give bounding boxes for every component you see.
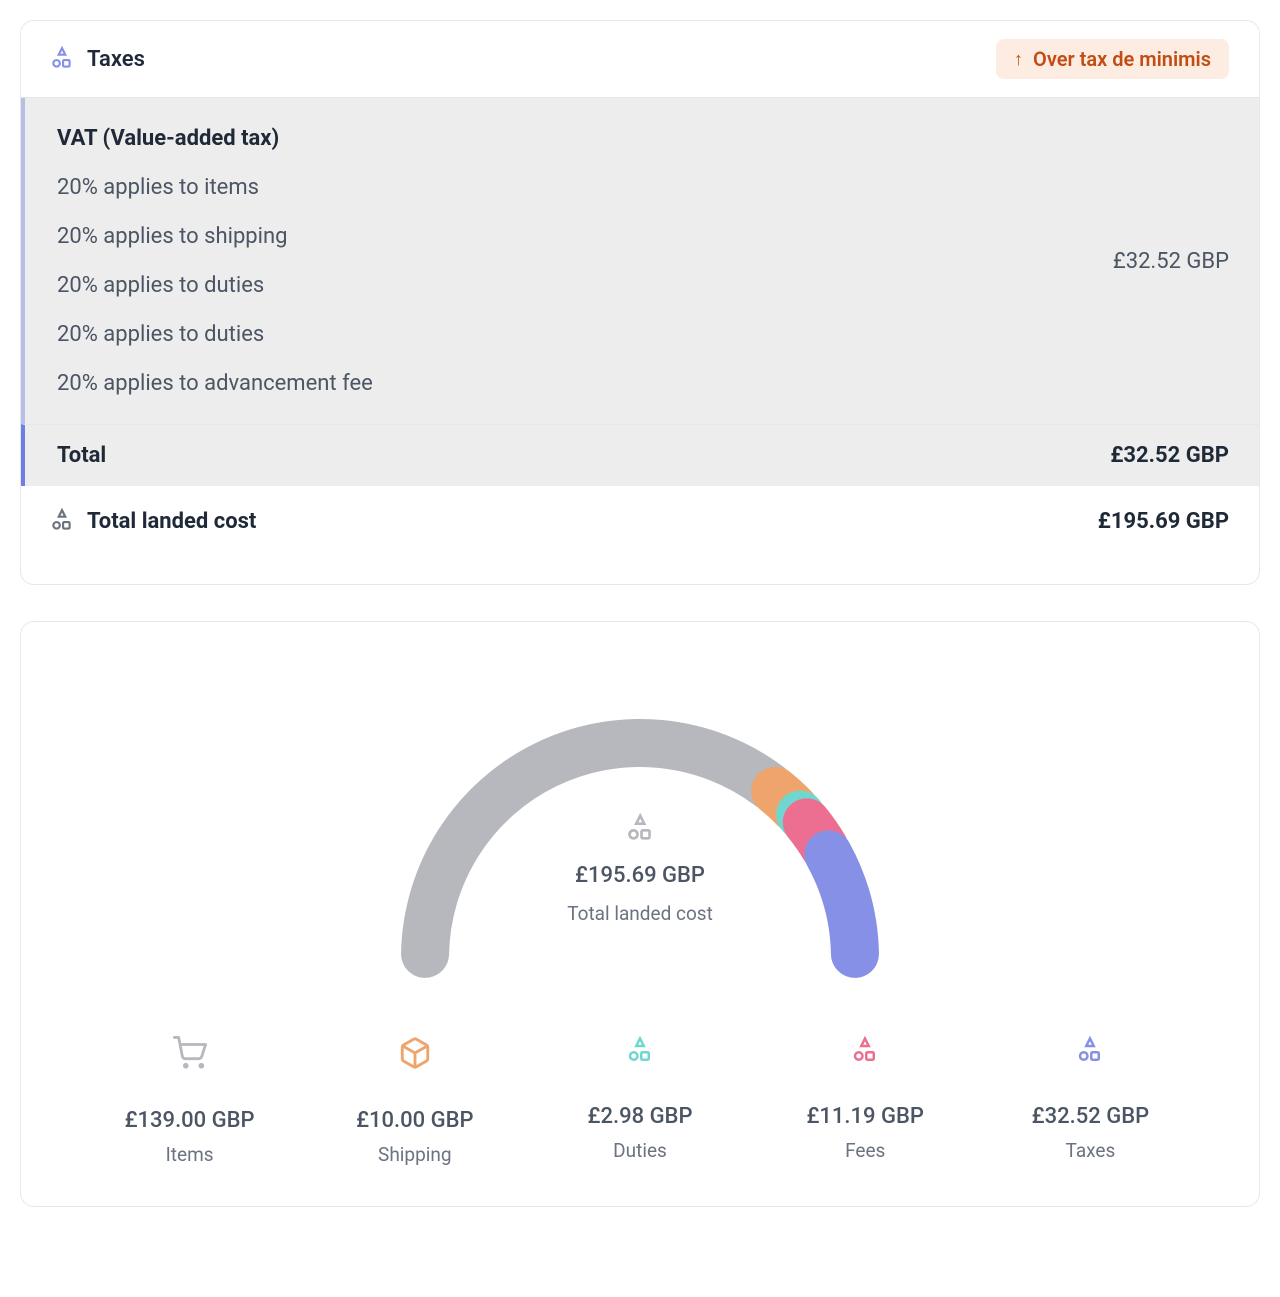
badge-label: Over tax de minimis — [1033, 47, 1211, 71]
gauge-center-amount: £195.69 GBP — [575, 863, 705, 888]
landed-cost-gauge: £195.69 GBP Total landed cost — [57, 658, 1223, 988]
legend-label: Items — [166, 1143, 214, 1166]
shapes-icon — [49, 508, 81, 534]
legend-value: £10.00 GBP — [356, 1108, 473, 1133]
shapes-icon — [1075, 1036, 1105, 1070]
landed-cost-value: £195.69 GBP — [1098, 509, 1229, 534]
taxes-header: Taxes ↑ Over tax de minimis — [21, 21, 1259, 98]
legend-label: Shipping — [378, 1143, 452, 1166]
legend-taxes: £32.52 GBP Taxes — [978, 1036, 1203, 1166]
over-de-minimis-badge: ↑ Over tax de minimis — [996, 39, 1229, 79]
total-value: £32.52 GBP — [1110, 443, 1229, 468]
legend-label: Duties — [613, 1139, 667, 1162]
vat-line: 20% applies to items — [57, 175, 373, 200]
gauge-center-caption: Total landed cost — [567, 902, 713, 925]
legend-shipping: £10.00 GBP Shipping — [302, 1036, 527, 1166]
vat-line: 20% applies to shipping — [57, 224, 373, 249]
vat-line: 20% applies to duties — [57, 322, 373, 347]
taxes-card: Taxes ↑ Over tax de minimis VAT (Value-a… — [20, 20, 1260, 585]
legend-fees: £11.19 GBP Fees — [753, 1036, 978, 1166]
shapes-icon — [49, 46, 81, 72]
legend-label: Taxes — [1066, 1139, 1116, 1162]
landed-cost-chart-card: £195.69 GBP Total landed cost £139.00 GB… — [20, 621, 1260, 1207]
legend-value: £139.00 GBP — [125, 1108, 255, 1133]
legend-value: £11.19 GBP — [806, 1104, 923, 1129]
arrow-up-icon: ↑ — [1014, 49, 1023, 70]
legend-value: £2.98 GBP — [588, 1104, 693, 1129]
vat-line: 20% applies to duties — [57, 273, 373, 298]
box-icon — [398, 1036, 432, 1074]
legend-value: £32.52 GBP — [1032, 1104, 1149, 1129]
landed-cost-row: Total landed cost £195.69 GBP — [21, 486, 1259, 556]
total-label: Total — [57, 443, 106, 468]
legend-row: £139.00 GBP Items £10.00 GBP Shipping — [57, 1036, 1223, 1166]
vat-title: VAT (Value-added tax) — [57, 126, 373, 151]
legend-label: Fees — [845, 1139, 885, 1162]
gauge-segment — [828, 854, 855, 953]
taxes-total-row: Total £32.52 GBP — [21, 424, 1259, 486]
legend-duties: £2.98 GBP Duties — [527, 1036, 752, 1166]
shapes-icon — [625, 1036, 655, 1070]
vat-amount: £32.52 GBP — [1113, 249, 1229, 274]
legend-items: £139.00 GBP Items — [77, 1036, 302, 1166]
landed-cost-label: Total landed cost — [87, 509, 256, 534]
vat-line: 20% applies to advancement fee — [57, 371, 373, 396]
vat-section: VAT (Value-added tax) 20% applies to ite… — [21, 98, 1259, 424]
taxes-title: Taxes — [87, 47, 145, 72]
cart-icon — [173, 1036, 207, 1074]
shapes-icon — [624, 813, 656, 849]
shapes-icon — [850, 1036, 880, 1070]
